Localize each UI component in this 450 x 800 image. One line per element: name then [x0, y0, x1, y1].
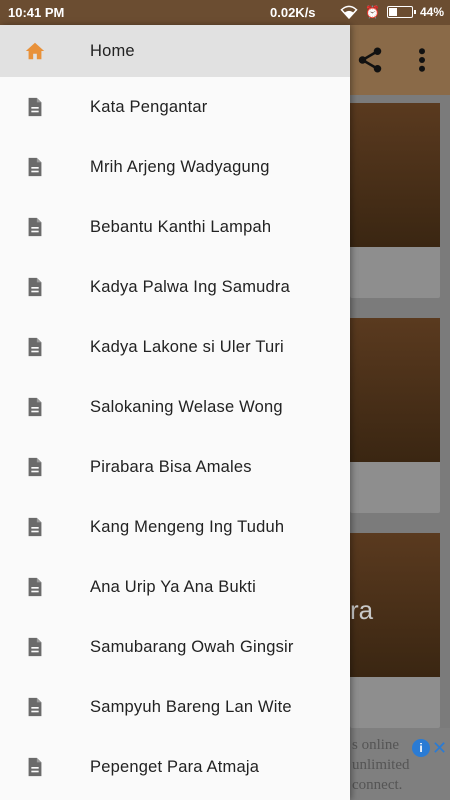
drawer-item-label: Home: [90, 41, 135, 60]
content-card[interactable]: [350, 103, 440, 298]
drawer-item-5[interactable]: Kadya Lakone si Uler Turi: [0, 317, 350, 377]
document-icon: [28, 577, 42, 597]
drawer-item-label: Kata Pengantar: [90, 97, 208, 116]
status-bar: 10:41 PM 0.02K/s ⏰ 44%: [0, 0, 450, 25]
card-title: ra: [350, 595, 374, 625]
drawer-item-label: Samubarang Owah Gingsir: [90, 637, 294, 656]
drawer-item-label: Salokaning Welase Wong: [90, 397, 283, 416]
drawer-item-7[interactable]: Pirabara Bisa Amales: [0, 437, 350, 497]
document-icon: [28, 397, 42, 417]
drawer-item-12[interactable]: Pepenget Para Atmaja: [0, 737, 350, 797]
close-icon[interactable]: ✕: [432, 738, 447, 759]
drawer-item-9[interactable]: Ana Urip Ya Ana Bukti: [0, 557, 350, 617]
drawer-item-label: Ana Urip Ya Ana Bukti: [90, 577, 256, 596]
document-icon: [28, 697, 42, 717]
drawer-item-label: Kadya Lakone si Uler Turi: [90, 337, 284, 356]
ad-text-line2[interactable]: unlimited: [352, 757, 410, 774]
drawer-item-6[interactable]: Salokaning Welase Wong: [0, 377, 350, 437]
drawer-item-label: Kadya Palwa Ing Samudra: [90, 277, 290, 296]
document-icon: [28, 637, 42, 657]
document-icon: [28, 337, 42, 357]
drawer-item-0[interactable]: Home: [0, 25, 350, 77]
battery-percent: 44%: [420, 5, 445, 19]
drawer-item-11[interactable]: Sampyuh Bareng Lan Wite: [0, 677, 350, 737]
navigation-drawer: Home Kata Pengantar Mrih Arjeng Wadyagung B…: [0, 25, 350, 800]
document-icon: [28, 157, 42, 177]
document-icon: [28, 517, 42, 537]
card-image: [350, 103, 440, 247]
drawer-item-label: Sampyuh Bareng Lan Wite: [90, 697, 292, 716]
ad-text-line1[interactable]: s online: [352, 737, 399, 754]
battery-icon: [387, 6, 416, 18]
drawer-item-3[interactable]: Bebantu Kanthi Lampah: [0, 197, 350, 257]
drawer-item-1[interactable]: Kata Pengantar: [0, 77, 350, 137]
info-icon[interactable]: i: [412, 739, 430, 757]
drawer-item-4[interactable]: Kadya Palwa Ing Samudra: [0, 257, 350, 317]
drawer-item-label: Kang Mengeng Ing Tuduh: [90, 517, 285, 536]
drawer-item-label: Mrih Arjeng Wadyagung: [90, 157, 270, 176]
share-icon[interactable]: [355, 45, 385, 75]
drawer-item-label: Pirabara Bisa Amales: [90, 457, 252, 476]
drawer-item-2[interactable]: Mrih Arjeng Wadyagung: [0, 137, 350, 197]
more-vert-icon[interactable]: [412, 45, 432, 75]
ad-text-line3[interactable]: connect.: [352, 777, 402, 794]
drawer-item-label: Pepenget Para Atmaja: [90, 757, 260, 776]
document-icon: [28, 97, 42, 117]
alarm-icon: ⏰: [365, 5, 380, 19]
drawer-item-10[interactable]: Samubarang Owah Gingsir: [0, 617, 350, 677]
drawer-item-label: Bebantu Kanthi Lampah: [90, 217, 272, 236]
document-icon: [28, 217, 42, 237]
document-icon: [28, 277, 42, 297]
document-icon: [28, 757, 42, 777]
wifi-icon: [340, 5, 358, 20]
home-icon: [25, 42, 45, 60]
card-image: [350, 318, 440, 462]
content-card[interactable]: [350, 318, 440, 513]
document-icon: [28, 457, 42, 477]
drawer-item-8[interactable]: Kang Mengeng Ing Tuduh: [0, 497, 350, 557]
content-card[interactable]: ra: [350, 533, 440, 728]
status-time: 10:41 PM: [8, 5, 65, 20]
network-speed: 0.02K/s: [270, 5, 316, 20]
